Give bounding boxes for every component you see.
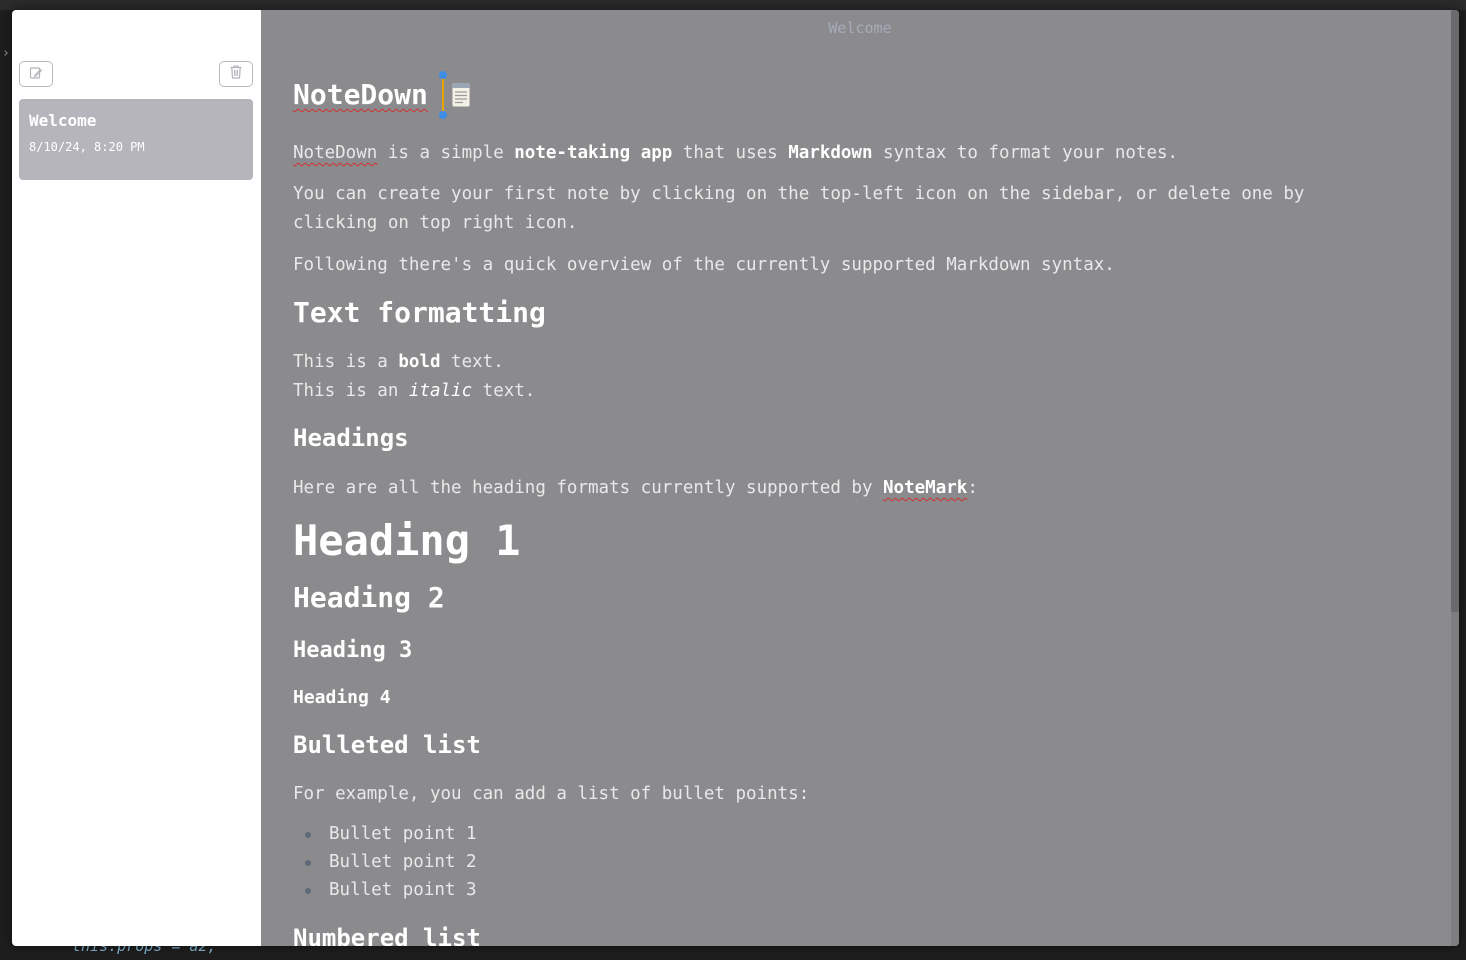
bold-example-line: This is a bold text. bbox=[293, 352, 504, 372]
overview-paragraph: Following there's a quick overview of th… bbox=[293, 255, 1115, 275]
section-heading-bulleted-list: Bulleted list bbox=[293, 731, 481, 759]
new-note-button[interactable] bbox=[19, 61, 53, 87]
sidebar: Welcome 8/10/24, 8:20 PM bbox=[12, 10, 261, 946]
editor-pane[interactable]: Welcome NoteDown NoteDown is a simple no… bbox=[261, 10, 1459, 946]
heading-3-example: Heading 3 bbox=[293, 638, 413, 663]
note-item-title: Welcome bbox=[29, 111, 97, 130]
list-item: Bullet point 1 bbox=[301, 820, 477, 848]
scrollbar-thumb[interactable] bbox=[1451, 10, 1459, 612]
italic-example-line: This is an italic text. bbox=[293, 381, 536, 401]
list-item: Bullet point 2 bbox=[301, 848, 477, 876]
bullet-list: Bullet point 1 Bullet point 2 Bullet poi… bbox=[293, 820, 477, 904]
section-heading-headings: Headings bbox=[293, 424, 409, 452]
document-title-bar: Welcome bbox=[828, 19, 892, 37]
trash-icon bbox=[229, 64, 243, 84]
section-heading-numbered-list: Numbered list bbox=[293, 924, 481, 946]
heading-2-example: Heading 2 bbox=[293, 581, 445, 614]
compose-icon bbox=[29, 65, 43, 84]
section-heading-text-formatting: Text formatting bbox=[293, 296, 546, 329]
background-titlebar bbox=[0, 0, 1466, 10]
note-item-date: 8/10/24, 8:20 PM bbox=[29, 140, 145, 154]
delete-note-button[interactable] bbox=[219, 61, 253, 87]
chevron-right-icon: › bbox=[2, 46, 10, 61]
headings-intro-paragraph: Here are all the heading formats current… bbox=[293, 478, 978, 498]
app-window: Welcome 8/10/24, 8:20 PM Welcome NoteDow… bbox=[12, 10, 1459, 946]
memo-icon bbox=[450, 81, 472, 109]
document-heading: NoteDown bbox=[293, 71, 472, 119]
heading-4-example: Heading 4 bbox=[293, 687, 391, 708]
note-list-item[interactable]: Welcome 8/10/24, 8:20 PM bbox=[19, 99, 253, 180]
text-cursor bbox=[438, 71, 447, 119]
create-paragraph-line2: clicking on top right icon. bbox=[293, 213, 578, 233]
document-heading-text: NoteDown bbox=[293, 78, 428, 111]
bulleted-intro-paragraph: For example, you can add a list of bulle… bbox=[293, 784, 810, 804]
intro-paragraph: NoteDown is a simple note-taking app tha… bbox=[293, 143, 1179, 163]
heading-1-example: Heading 1 bbox=[293, 516, 521, 565]
create-paragraph-line1: You can create your first note by clicki… bbox=[293, 184, 1305, 204]
list-item: Bullet point 3 bbox=[301, 876, 477, 904]
